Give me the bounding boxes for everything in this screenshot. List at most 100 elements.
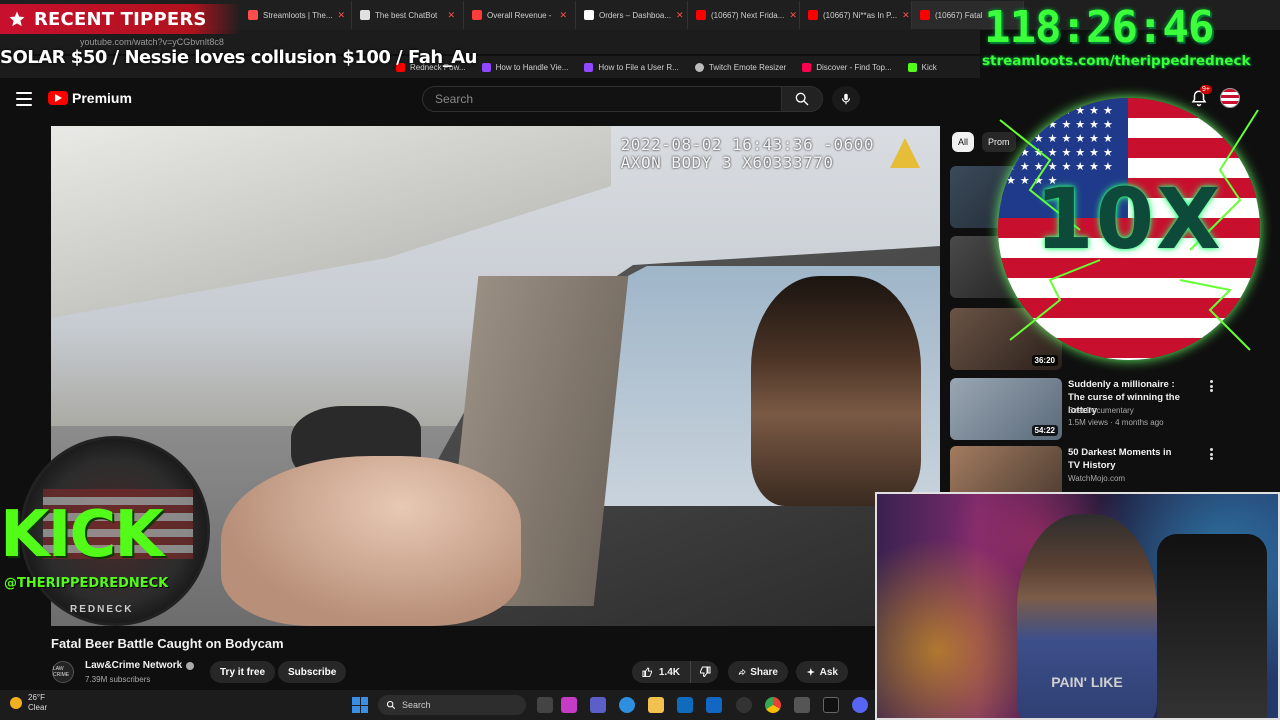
tenx-multiplier-badge: ★★★★★★★★★★★★★★★★★★★★★★★★★★★★★★★★★★★★★★★★… <box>990 80 1268 380</box>
channel-avatar[interactable]: LAW CRIME <box>52 661 74 683</box>
bookmark-kick[interactable]: Kick <box>907 62 937 72</box>
star-icon <box>9 11 25 27</box>
close-tab-icon[interactable]: ✕ <box>447 10 455 21</box>
gaming-chair <box>1157 534 1267 718</box>
bookmark-label: How to Handle Vie... <box>495 62 569 72</box>
search-placeholder: Search <box>435 92 474 106</box>
close-tab-icon[interactable]: ✕ <box>676 10 684 21</box>
outlook-icon[interactable] <box>706 697 722 713</box>
windows-start-icon[interactable] <box>352 697 368 713</box>
account-avatar[interactable] <box>1220 88 1240 108</box>
tab-label: Streamloots | The... <box>263 10 333 20</box>
verified-icon <box>186 661 195 670</box>
teams-icon[interactable] <box>590 697 606 713</box>
hamburger-menu-icon[interactable] <box>16 92 32 106</box>
tab-youtube-1[interactable]: (10667) Next Frida... ✕ <box>688 1 800 29</box>
youtube-play-icon <box>48 91 68 105</box>
bookmark-file-report[interactable]: How to File a User R... <box>584 62 679 72</box>
temperature: 26°F <box>28 693 45 702</box>
screen: Streamloots | The... ✕ The best ChatBot ✕ … <box>0 0 1280 720</box>
taskbar-search-label: Search <box>402 700 431 710</box>
bookmark-label: How to File a User R... <box>598 62 679 72</box>
brand-label: Premium <box>72 90 132 106</box>
kick-handle: @THERIPPEDREDNECK <box>4 576 169 591</box>
fw-icon <box>584 10 594 20</box>
bookmark-label: Kick <box>921 62 937 72</box>
tab-youtube-2[interactable]: (10667) Ni**as In P... ✕ <box>800 1 912 29</box>
officer-hand <box>221 456 521 626</box>
globe-icon <box>694 62 704 72</box>
photos-icon[interactable] <box>794 697 810 713</box>
twitch-icon <box>584 62 594 72</box>
tab-chatbot[interactable]: The best ChatBot ✕ <box>352 1 464 29</box>
weather-widget[interactable]: 26°F Clear <box>10 693 47 713</box>
channel-avatar-text: LAW CRIME <box>53 666 70 678</box>
like-button[interactable]: 1.4K <box>632 661 690 683</box>
bookmark-discover[interactable]: Discover - Find Top... <box>802 62 892 72</box>
video-duration: 54:22 <box>1031 425 1058 436</box>
copilot-icon[interactable] <box>561 697 577 713</box>
timer-url: streamloots.com/therippedredneck <box>982 53 1251 69</box>
notifications-bell-icon[interactable]: 9+ <box>1190 85 1212 107</box>
terminal-icon[interactable] <box>823 697 839 713</box>
edge-icon[interactable] <box>619 697 635 713</box>
search-button[interactable] <box>781 86 823 112</box>
kick-icon <box>907 62 917 72</box>
channel-name[interactable]: Law&Crime Network <box>85 660 195 671</box>
tab-orders[interactable]: Orders – Dashboa... ✕ <box>576 1 688 29</box>
kick-badge: KICK @THERIPPEDREDNECK REDNECK <box>0 436 230 626</box>
tab-streamloots[interactable]: Streamloots | The... ✕ <box>240 1 352 29</box>
recommendation-item[interactable]: 54:22 Suddenly a millionaire : The curse… <box>950 378 1213 440</box>
youtube-logo[interactable]: Premium <box>48 90 132 106</box>
share-icon <box>738 668 746 676</box>
store-icon[interactable] <box>677 697 693 713</box>
subscribe-button[interactable]: Subscribe <box>278 661 347 683</box>
search-input[interactable]: Search <box>422 86 782 112</box>
bookmark-emote-resizer[interactable]: Twitch Emote Resizer <box>694 62 786 72</box>
discover-icon <box>802 62 812 72</box>
try-it-free-button[interactable]: Try it free <box>210 661 276 683</box>
close-tab-icon[interactable]: ✕ <box>789 10 797 21</box>
ask-button[interactable]: Ask <box>796 661 848 683</box>
tippers-title: RECENT TIPPERS <box>34 8 207 30</box>
video-thumbnail: 54:22 <box>950 378 1062 440</box>
sparkle-icon <box>806 667 815 677</box>
taskbar-search[interactable]: Search <box>378 695 526 715</box>
streamloots-icon <box>248 10 258 20</box>
weather-text: 26°F Clear <box>28 693 47 713</box>
recent-tippers-banner: RECENT TIPPERS <box>0 4 240 34</box>
share-button[interactable]: Share <box>728 661 788 683</box>
youtube-icon <box>920 10 930 20</box>
search-icon <box>795 92 809 106</box>
microphone-icon <box>841 93 851 105</box>
bodycam-timestamp: 2022-08-02 16:43:36 -0600 AXON BODY 3 X6… <box>621 136 874 172</box>
taskview-icon[interactable] <box>537 697 553 713</box>
obs-icon[interactable] <box>736 697 752 713</box>
youtube-studio-icon <box>472 10 482 20</box>
youtube-icon <box>808 10 818 20</box>
youtube-header: Premium Search <box>0 80 980 120</box>
dislike-button[interactable] <box>690 661 718 683</box>
file-explorer-icon[interactable] <box>648 697 664 713</box>
tenx-label: 10X <box>1035 170 1223 268</box>
bookmark-handle[interactable]: How to Handle Vie... <box>481 62 569 72</box>
channel-name-text: Law&Crime Network <box>85 660 183 671</box>
close-tab-icon[interactable]: ✕ <box>338 10 346 21</box>
video-title: Fatal Beer Battle Caught on Bodycam <box>51 636 284 651</box>
discord-icon[interactable] <box>852 697 868 713</box>
weather-moon-icon <box>10 697 22 709</box>
notification-count: 9+ <box>1200 85 1212 94</box>
bookmark-label: Discover - Find Top... <box>816 62 892 72</box>
tab-revenue[interactable]: Overall Revenue - ✕ <box>464 1 576 29</box>
more-options-icon[interactable] <box>1210 448 1214 460</box>
more-options-icon[interactable] <box>1210 380 1214 392</box>
subscriber-count: 7.39M subscribers <box>85 675 151 684</box>
twitch-icon <box>481 62 491 72</box>
tab-label: (10667) Ni**as In P... <box>823 10 898 20</box>
voice-search-button[interactable] <box>832 86 860 112</box>
chrome-icon[interactable] <box>765 697 781 713</box>
close-tab-icon[interactable]: ✕ <box>902 10 910 21</box>
chip-all[interactable]: All <box>952 132 975 152</box>
close-tab-icon[interactable]: ✕ <box>559 10 567 21</box>
tab-label: The best ChatBot <box>375 10 438 20</box>
